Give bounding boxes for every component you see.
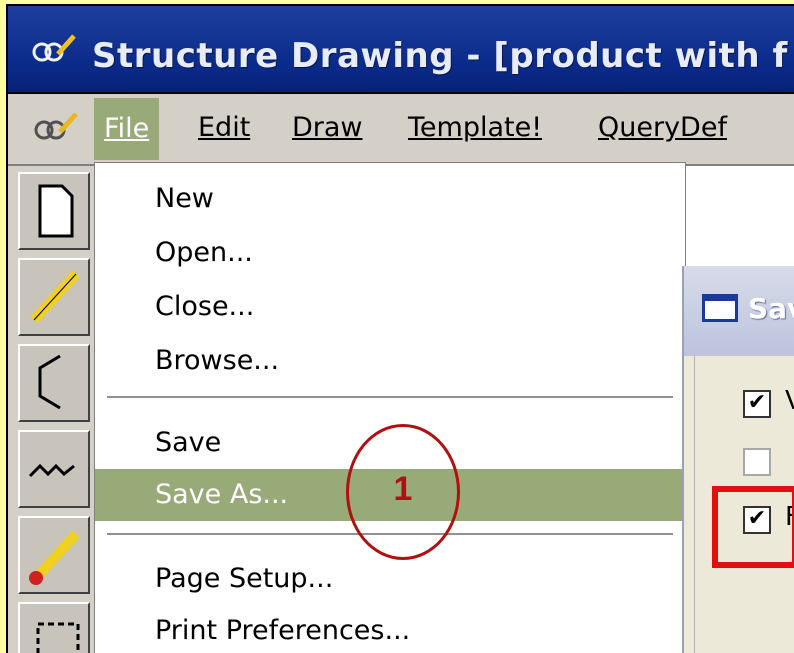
title-bar[interactable]: Structure Drawing - [product with f [8, 6, 794, 92]
page-icon [38, 184, 74, 238]
menu-item-open[interactable]: Open... [95, 227, 685, 279]
chain-tool[interactable] [18, 430, 90, 508]
dialog-title: Sav [748, 292, 794, 325]
option-label-1: V [785, 386, 794, 416]
select-tool[interactable] [18, 602, 90, 653]
menu-separator [107, 396, 673, 400]
option-checkbox-1[interactable]: ✔ [743, 390, 771, 418]
menu-file[interactable]: File [94, 98, 160, 160]
menu-bar: File Edit Draw Template! QueryDef [8, 94, 794, 166]
zigzag-icon [28, 463, 75, 478]
pencil-tool[interactable] [18, 258, 90, 336]
step-number: 1 [393, 470, 413, 508]
menu-item-close[interactable]: Close... [95, 281, 685, 333]
save-dialog: Sav ✔ V ✔ F [682, 266, 794, 653]
menu-item-print-preferences[interactable]: Print Preferences... [95, 605, 685, 653]
window-icon [702, 294, 738, 322]
menu-draw[interactable]: Draw [292, 112, 363, 143]
menu-edit[interactable]: Edit [198, 112, 250, 143]
eraser-tool[interactable] [18, 516, 90, 594]
window-title: Structure Drawing - [product with f [92, 36, 788, 76]
ring-tool[interactable] [18, 344, 90, 422]
tool-palette [8, 166, 94, 653]
menu-template[interactable]: Template! [408, 112, 542, 143]
pencil-icon [30, 270, 80, 324]
menu-item-browse[interactable]: Browse... [95, 335, 685, 387]
hexagon-icon [38, 354, 61, 410]
new-document-tool[interactable] [18, 172, 90, 250]
app-icon [32, 34, 76, 62]
document-icon[interactable] [32, 110, 80, 146]
menu-item-page-setup[interactable]: Page Setup... [95, 553, 685, 605]
eraser-icon [29, 530, 80, 585]
file-menu-dropdown: New Open... Close... Browse... Save Save… [94, 162, 686, 653]
dialog-title-bar[interactable]: Sav [684, 266, 794, 356]
menu-querydef[interactable]: QueryDef [598, 112, 727, 143]
option-checkbox-2 [743, 448, 771, 476]
marquee-icon [36, 622, 80, 653]
highlight-box [712, 486, 794, 568]
menu-item-new[interactable]: New [95, 173, 685, 225]
